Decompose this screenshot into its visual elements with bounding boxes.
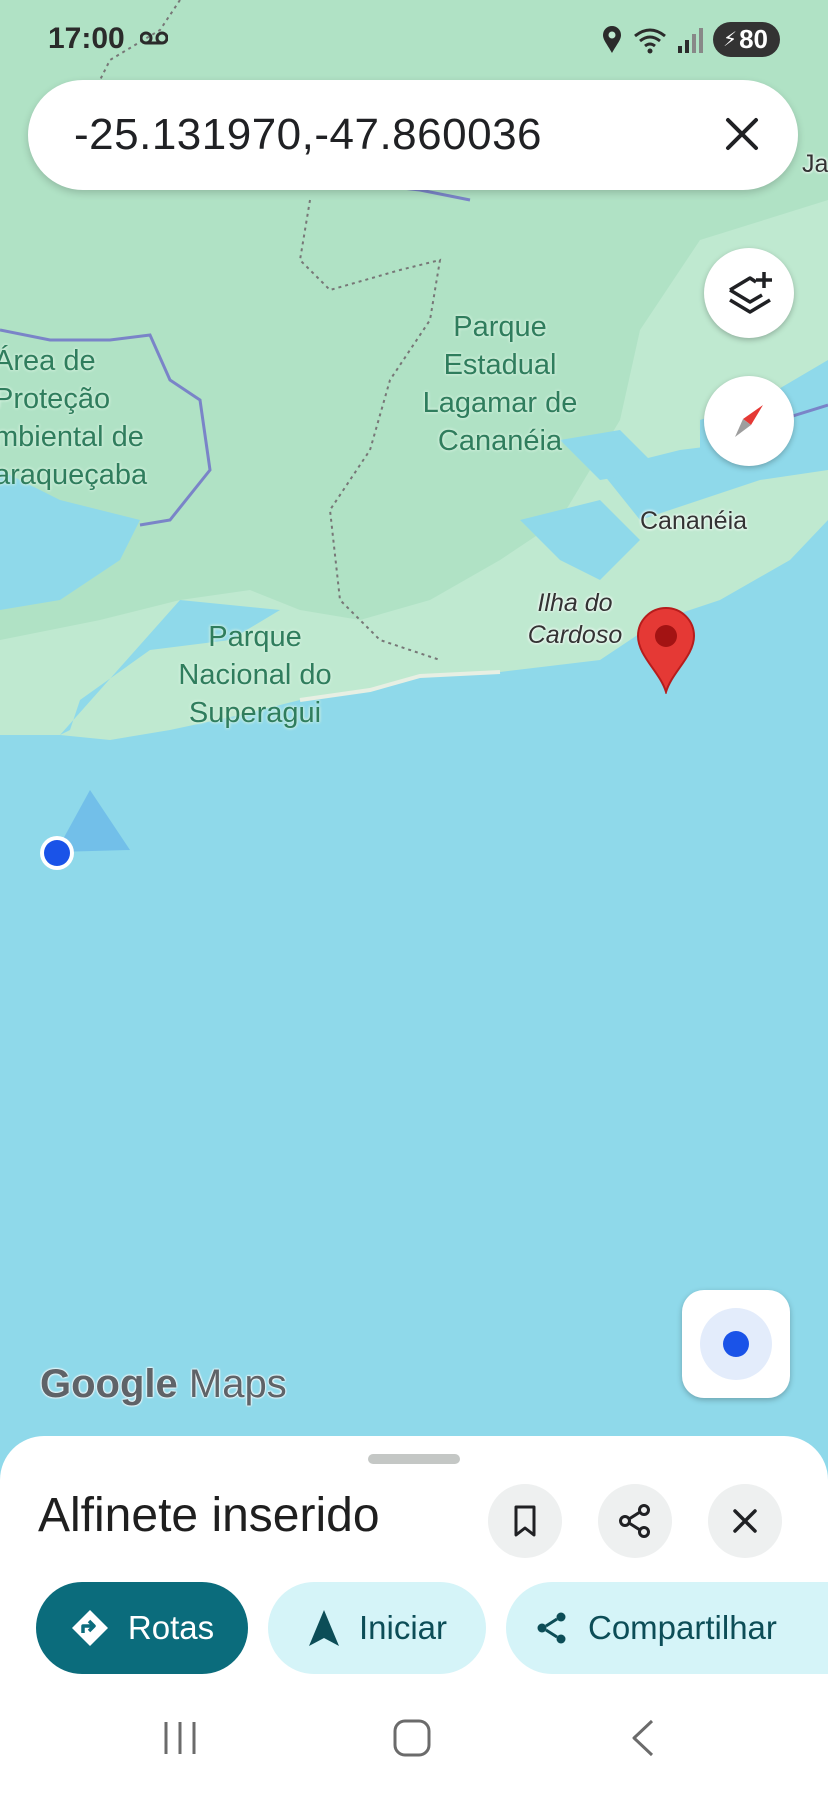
system-nav-bar xyxy=(0,1690,828,1796)
navigation-arrow-icon xyxy=(308,1610,339,1646)
back-icon[interactable] xyxy=(628,1718,658,1758)
label-cananeia: Cananéia xyxy=(640,507,748,535)
google-maps-logo: Google Maps xyxy=(40,1362,287,1406)
battery-icon: ⚡ 80 xyxy=(713,22,780,57)
search-query[interactable]: -25.131970,-47.860036 xyxy=(74,110,542,160)
bookmark-icon xyxy=(514,1505,536,1537)
routes-button[interactable]: Rotas xyxy=(36,1582,248,1674)
start-label: Iniciar xyxy=(358,1609,448,1646)
my-location-button[interactable] xyxy=(682,1290,790,1398)
share-label: Compartilhar xyxy=(588,1609,777,1646)
share-button[interactable]: Compartilhar xyxy=(506,1582,828,1674)
signal-icon xyxy=(678,27,704,53)
label-parque-estadual: Parque Estadual Lagamar de Cananéia xyxy=(422,311,578,457)
wifi-icon xyxy=(634,28,666,53)
label-parque-nacional: Parque Nacional do Superagui xyxy=(178,621,332,729)
map-canvas[interactable]: Área de Proteção mbiental de araqueçaba … xyxy=(0,0,828,1436)
recents-icon[interactable] xyxy=(160,1718,200,1758)
map-pin-icon[interactable] xyxy=(636,606,696,694)
share-icon xyxy=(537,1612,566,1644)
close-sheet-button[interactable] xyxy=(708,1484,782,1558)
status-bar: 17:00 ⚡ 80 xyxy=(0,0,828,80)
directions-icon xyxy=(71,1610,108,1646)
layers-button[interactable] xyxy=(704,248,794,338)
compass-icon xyxy=(735,405,763,437)
routes-label: Rotas xyxy=(127,1609,215,1646)
save-button[interactable] xyxy=(488,1484,562,1558)
status-time: 17:00 xyxy=(48,22,125,55)
current-location-dot-icon xyxy=(40,836,74,870)
label-ilha-cardoso: Ilha do Cardoso xyxy=(527,589,623,649)
share-icon xyxy=(619,1504,650,1538)
my-location-icon xyxy=(700,1308,772,1380)
sheet-drag-handle[interactable] xyxy=(368,1454,460,1464)
compass-button[interactable] xyxy=(704,376,794,466)
voicemail-icon xyxy=(140,31,168,45)
close-icon xyxy=(733,1509,757,1533)
label-area-protecao: Área de Proteção mbiental de araqueçaba xyxy=(0,345,148,491)
map-base xyxy=(0,0,828,1436)
start-button[interactable]: Iniciar xyxy=(268,1582,486,1674)
layers-add-icon xyxy=(729,272,772,314)
search-bar[interactable]: -25.131970,-47.860036 xyxy=(28,80,798,190)
share-icon-button[interactable] xyxy=(598,1484,672,1558)
home-icon[interactable] xyxy=(392,1718,432,1758)
close-icon[interactable] xyxy=(716,108,768,160)
location-icon xyxy=(603,25,622,53)
label-edge: Ja xyxy=(802,150,828,178)
sheet-title: Alfinete inserido xyxy=(38,1489,380,1542)
